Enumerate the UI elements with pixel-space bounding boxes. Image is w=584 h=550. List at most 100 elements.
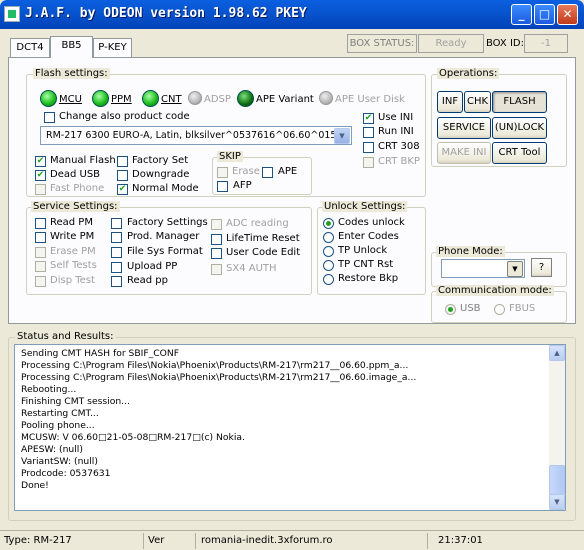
log-line: Rebooting... [21, 384, 77, 395]
minimize-icon[interactable]: _ [511, 4, 532, 25]
user-code-edit-checkbox[interactable] [211, 248, 222, 259]
box-id-value: -1 [524, 34, 568, 53]
log-line: Finishing CMT session... [21, 396, 130, 407]
prod-manager-checkbox[interactable] [111, 232, 122, 243]
upload-pp-checkbox[interactable] [111, 262, 122, 273]
chevron-down-icon[interactable]: ▼ [507, 261, 523, 277]
factory-settings-checkbox[interactable] [111, 218, 122, 229]
run-ini-checkbox[interactable] [363, 127, 374, 138]
fast-phone-label: Fast Phone [50, 183, 105, 194]
factory-set-checkbox[interactable] [117, 156, 128, 167]
skip-erase-label: Erase [232, 166, 260, 177]
window-title: J.A.F. by ODEON version 1.98.62 PKEY [25, 6, 307, 21]
codes-unlock-label: Codes unlock [338, 217, 405, 228]
status-ver: Ver [144, 533, 196, 549]
tp-cnt-rst-radio[interactable] [323, 260, 334, 271]
change-product-code-label: Change also product code [59, 111, 190, 122]
service-button[interactable]: SERVICE [437, 117, 491, 139]
fbus-label: FBUS [509, 303, 536, 314]
phone-mode-select[interactable]: ▼ [441, 259, 525, 278]
cnt-label: CNT [161, 94, 182, 105]
crt-bkp-checkbox [363, 157, 374, 168]
restore-bkp-radio[interactable] [323, 274, 334, 285]
change-product-code-checkbox[interactable] [44, 112, 55, 123]
self-tests-label: Self Tests [50, 260, 97, 271]
tp-cnt-rst-label: TP CNT Rst [338, 259, 394, 270]
dead-usb-checkbox[interactable]: ✔ [35, 170, 46, 181]
ppm-led-icon[interactable] [92, 90, 109, 107]
skip-ape-label: APE [278, 166, 298, 177]
status-log[interactable]: Sending CMT HASH for SBIF_CONF Processin… [14, 344, 566, 511]
log-line: MCUSW: V 06.60□21-05-08□RM-217□(c) Nokia… [21, 432, 245, 443]
run-ini-label: Run INI [378, 126, 414, 137]
chk-button[interactable]: CHK [464, 91, 491, 113]
log-line: Sending CMT HASH for SBIF_CONF [21, 348, 180, 359]
flash-settings-title: Flash settings: [33, 68, 110, 79]
adc-reading-label: ADC reading [226, 218, 289, 229]
skip-afp-checkbox[interactable] [217, 181, 228, 192]
app-icon [4, 6, 20, 22]
crt-tool-button[interactable]: CRT Tool [492, 142, 547, 164]
use-ini-checkbox[interactable]: ✔ [363, 113, 374, 124]
user-code-edit-label: User Code Edit [226, 247, 301, 258]
scroll-up-icon[interactable]: ▲ [549, 345, 565, 361]
log-line: Processing C:\Program Files\Nokia\Phoeni… [21, 372, 417, 383]
maximize-icon[interactable]: □ [534, 4, 555, 25]
log-line: APESW: (null) [21, 444, 83, 455]
inf-button[interactable]: INF [437, 91, 463, 113]
usb-radio [445, 304, 456, 315]
read-pp-checkbox[interactable] [111, 276, 122, 287]
phone-mode-title: Phone Mode: [436, 246, 505, 257]
file-sys-format-checkbox[interactable] [111, 247, 122, 258]
prod-manager-label: Prod. Manager [127, 231, 200, 242]
tab-bb5[interactable]: BB5 [50, 36, 93, 58]
manual-flash-checkbox[interactable]: ✔ [35, 156, 46, 167]
close-icon[interactable]: ✕ [557, 4, 578, 25]
normal-mode-checkbox[interactable]: ✔ [117, 184, 128, 195]
write-pm-checkbox[interactable] [35, 232, 46, 243]
chevron-down-icon[interactable]: ▼ [334, 128, 350, 144]
file-sys-format-label: File Sys Format [127, 246, 203, 257]
mcu-led-icon[interactable] [40, 90, 57, 107]
product-code-value: RM-217 6300 EURO-A, Latin, blksilver^053… [46, 130, 337, 141]
comm-mode-title: Communication mode: [436, 285, 554, 296]
scroll-thumb[interactable] [549, 465, 565, 495]
unlock-settings-title: Unlock Settings: [322, 201, 408, 212]
downgrade-checkbox[interactable] [117, 170, 128, 181]
usb-label: USB [460, 303, 481, 314]
enter-codes-radio[interactable] [323, 232, 334, 243]
title-bar[interactable]: J.A.F. by ODEON version 1.98.62 PKEY _ □… [0, 0, 584, 29]
tab-dct4[interactable]: DCT4 [10, 38, 50, 57]
ape-variant-led-icon[interactable] [237, 90, 254, 107]
manual-flash-label: Manual Flash [50, 155, 116, 166]
factory-set-label: Factory Set [132, 155, 189, 166]
skip-afp-label: AFP [233, 180, 252, 191]
unlock-button[interactable]: (UN)LOCK [492, 117, 547, 139]
crt-308-checkbox[interactable] [363, 142, 374, 153]
disp-test-checkbox [35, 276, 46, 287]
phone-mode-help-button[interactable]: ? [531, 258, 552, 277]
ppm-label: PPM [111, 94, 132, 105]
flash-button[interactable]: FLASH [492, 91, 547, 113]
lifetime-reset-checkbox[interactable] [211, 234, 222, 245]
skip-ape-checkbox[interactable] [262, 167, 273, 178]
tp-unlock-radio[interactable] [323, 246, 334, 257]
enter-codes-label: Enter Codes [338, 231, 399, 242]
box-id-label: BOX ID: [486, 38, 524, 49]
log-line: Done! [21, 480, 49, 491]
log-scrollbar[interactable]: ▲ ▼ [549, 345, 565, 510]
normal-mode-label: Normal Mode [132, 183, 199, 194]
tab-pkey[interactable]: P-KEY [93, 38, 132, 57]
log-line: Restarting CMT... [21, 408, 99, 419]
cnt-led-icon[interactable] [142, 90, 159, 107]
adc-reading-checkbox [211, 219, 222, 230]
write-pm-label: Write PM [50, 231, 95, 242]
codes-unlock-radio[interactable] [323, 218, 334, 229]
skip-title: SKIP [217, 151, 243, 162]
read-pm-checkbox[interactable] [35, 218, 46, 229]
product-code-select[interactable]: RM-217 6300 EURO-A, Latin, blksilver^053… [40, 126, 352, 145]
restore-bkp-label: Restore Bkp [338, 273, 399, 284]
scroll-down-icon[interactable]: ▼ [549, 494, 565, 510]
log-line: Pooling phone... [21, 420, 95, 431]
adsp-led-icon [188, 91, 202, 105]
